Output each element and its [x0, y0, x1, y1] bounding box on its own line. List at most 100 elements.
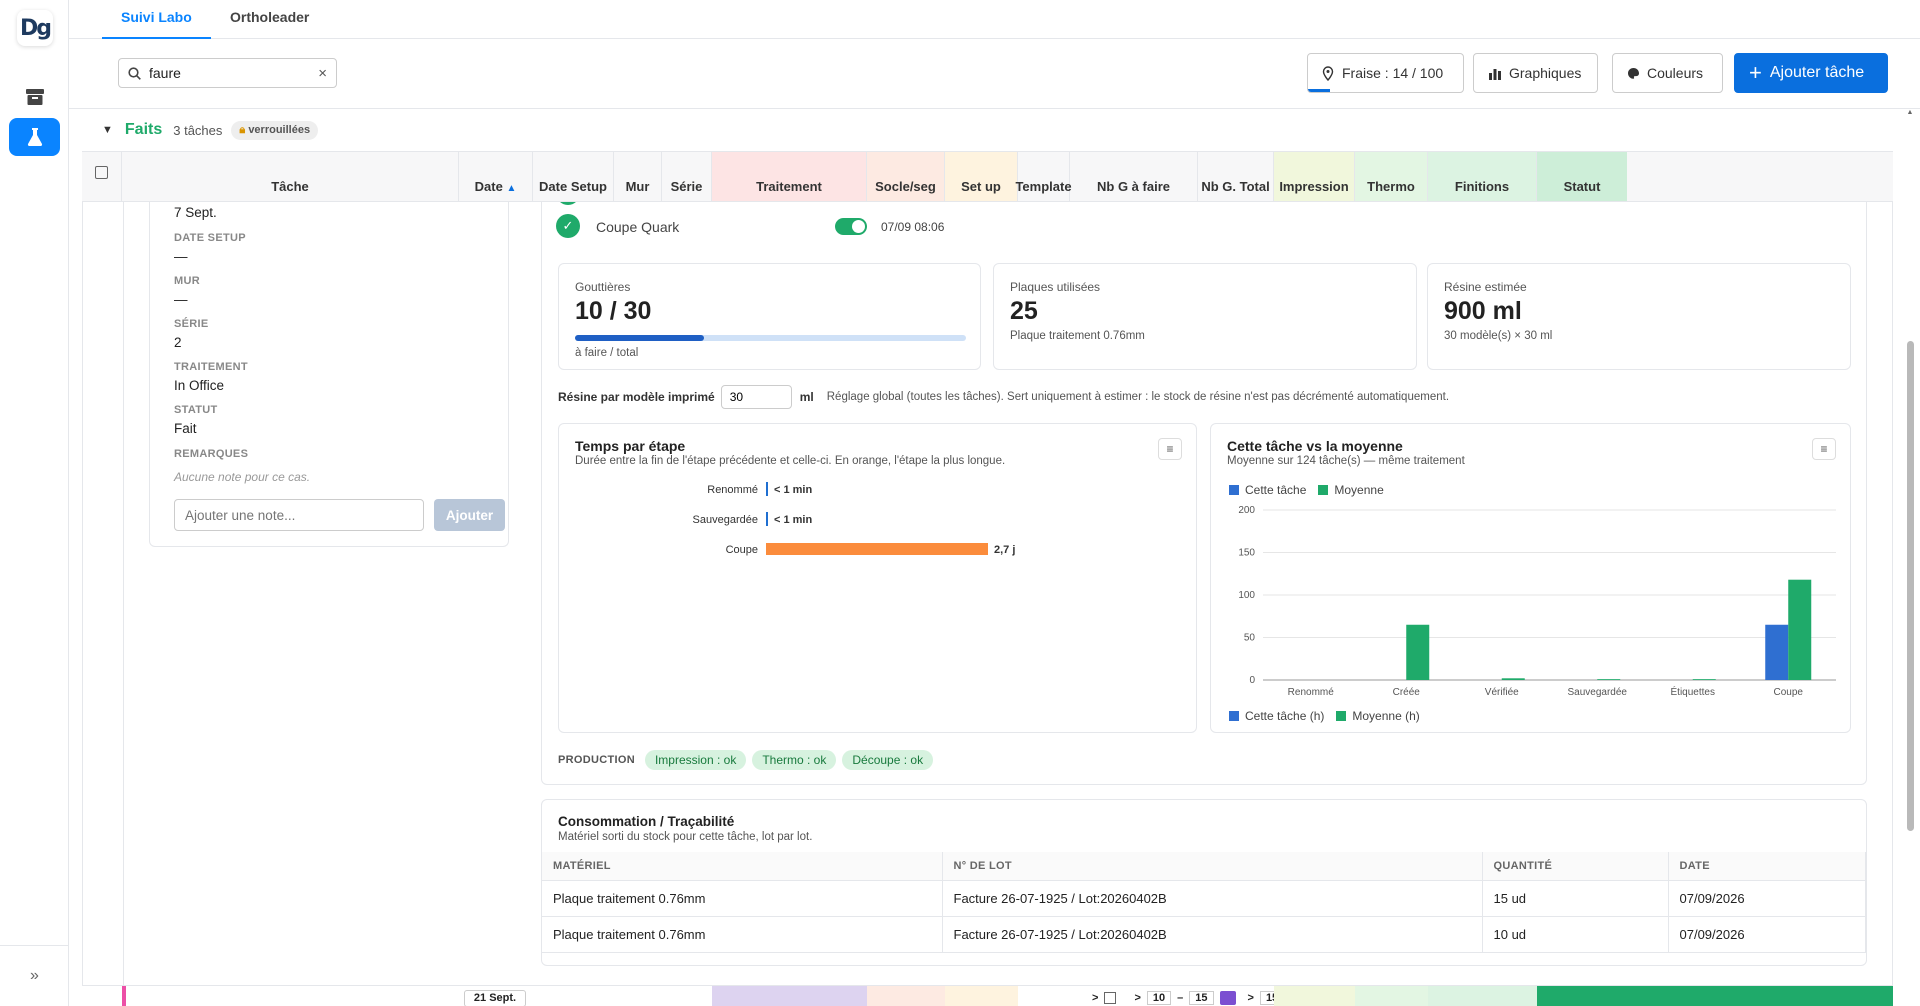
select-all-cell — [82, 152, 122, 201]
note-input[interactable] — [174, 499, 424, 531]
resin-label: Résine par modèle imprimé — [558, 390, 715, 404]
col-tache[interactable]: Tâche — [122, 152, 459, 201]
col-date-setup[interactable]: Date Setup — [533, 152, 614, 201]
search-input[interactable] — [149, 65, 319, 81]
stat-label: Résine estimée — [1444, 280, 1527, 294]
select-all-checkbox[interactable] — [95, 166, 108, 179]
stat-card-plaques: Plaques utilisées 25 Plaque traitement 0… — [993, 263, 1417, 370]
impression-cell — [1274, 986, 1355, 1006]
x-tick-label: Étiquettes — [1671, 685, 1715, 698]
col-socle-seg[interactable]: Socle/seg — [867, 152, 945, 201]
sidebar-item-archive[interactable] — [9, 78, 60, 116]
stat-label: Plaques utilisées — [1010, 280, 1101, 294]
graphiques-button[interactable]: Graphiques — [1473, 53, 1598, 93]
tab-ortholeader[interactable]: Ortholeader — [211, 0, 328, 39]
thermo-cell — [1355, 986, 1428, 1006]
add-note-button[interactable]: Ajouter — [434, 499, 505, 531]
col-finitions[interactable]: Finitions — [1428, 152, 1537, 201]
legend-swatch — [1336, 711, 1347, 721]
resin-unit: ml — [799, 390, 814, 404]
app-logo[interactable]: Dg — [17, 10, 53, 46]
compare-menu-button[interactable]: ≡ — [1812, 438, 1836, 460]
step-toggle[interactable] — [835, 218, 867, 235]
col-impression[interactable]: Impression — [1274, 152, 1355, 201]
col-nb-g-total[interactable]: Nb G. Total — [1198, 152, 1274, 201]
toggle-knob — [852, 220, 865, 233]
scrollbar-thumb[interactable] — [1907, 341, 1914, 831]
statut-cell — [1537, 986, 1893, 1006]
add-task-button[interactable]: + Ajouter tâche — [1734, 53, 1888, 93]
scrollbar[interactable]: ▲ — [1906, 109, 1914, 986]
couleurs-button[interactable]: Couleurs — [1612, 53, 1723, 93]
fraise-button[interactable]: Fraise : 14 / 100 — [1307, 53, 1464, 93]
color-swatch[interactable] — [1219, 991, 1236, 1005]
x-tick-label: Vérifiée — [1485, 687, 1519, 698]
step-check-icon: ✓ — [556, 214, 580, 238]
traitement-label: TRAITEMENT — [174, 361, 248, 373]
consommation-subtitle: Matériel sorti du stock pour cette tâche… — [558, 831, 813, 843]
col-set-up[interactable]: Set up — [945, 152, 1018, 201]
group-title: Faits — [124, 121, 163, 138]
stat-value: 900 ml — [1444, 297, 1522, 325]
compare-legend-bottom: Cette tâche (h) Moyenne (h) — [1229, 709, 1420, 723]
col-mur[interactable]: Mur — [614, 152, 662, 201]
y-tick-label: 100 — [1238, 590, 1255, 601]
y-tick-label: 200 — [1238, 505, 1255, 516]
col-thermo[interactable]: Thermo — [1355, 152, 1428, 201]
col-statut[interactable]: Statut — [1537, 152, 1627, 201]
finitions-cell — [1428, 986, 1537, 1006]
stat-sub: 30 modèle(s) × 30 ml — [1444, 330, 1553, 342]
col-template[interactable]: Template — [1015, 152, 1072, 201]
clear-search-icon[interactable]: × — [318, 65, 327, 82]
step-label: Coupe Quark — [596, 219, 680, 235]
cell-quantite: 15 ud — [1482, 880, 1669, 917]
next-checkbox[interactable] — [1104, 992, 1117, 1004]
statut-value: Fait — [174, 421, 197, 436]
resin-input[interactable] — [720, 385, 792, 409]
traitement-value: In Office — [174, 378, 225, 393]
scroll-up-icon[interactable]: ▲ — [1906, 109, 1914, 116]
collapse-group-icon[interactable]: ▼ — [102, 124, 113, 136]
chevrons-right-icon: » — [30, 967, 39, 984]
table-header-row: MATÉRIEL N° DE LOT QUANTITÉ DATE — [542, 852, 1866, 881]
col-traitement[interactable]: Traitement — [712, 152, 867, 201]
col-nb-g-a-faire[interactable]: Nb G à faire — [1070, 152, 1198, 201]
col-serie[interactable]: Série — [662, 152, 712, 201]
production-row: PRODUCTION Impression : ok Thermo : ok D… — [558, 750, 939, 770]
remarques-label: REMARQUES — [174, 448, 249, 460]
next-nb-total[interactable]: 15 — [1189, 991, 1214, 1005]
col-date-label: Date — [474, 179, 503, 194]
temps-menu-button[interactable]: ≡ — [1158, 438, 1182, 460]
col-date[interactable]: Date ▲ — [459, 152, 533, 201]
production-label: PRODUCTION — [558, 754, 635, 766]
palette-icon — [1628, 67, 1639, 79]
stat-sub: à faire / total — [575, 347, 639, 359]
next-nb-a-faire[interactable]: 10 — [1146, 991, 1172, 1005]
tab-bar: Suivi Labo Ortholeader — [69, 0, 1920, 39]
date-setup-label: DATE SETUP — [174, 232, 246, 244]
search-icon — [128, 66, 141, 80]
stat-card-gouttieres: Gouttières 10 / 30 à faire / total — [558, 263, 981, 370]
duration-bar — [766, 543, 988, 555]
legend-swatch — [1229, 711, 1239, 721]
x-tick-label: Sauvegardée — [1568, 687, 1628, 698]
date-value: 7 Sept. — [174, 205, 217, 220]
statut-label: STATUT — [174, 404, 218, 416]
stat-label: Gouttières — [575, 280, 631, 294]
bar-category-label: Coupe — [726, 544, 758, 556]
tab-suivi-labo[interactable]: Suivi Labo — [102, 0, 211, 39]
table-row: Plaque traitement 0.76mm Facture 26-07-1… — [542, 880, 1866, 917]
add-task-label: Ajouter tâche — [1769, 64, 1865, 81]
legend-label[interactable]: Moyenne (h) — [1352, 709, 1419, 723]
col-materiel: MATÉRIEL — [542, 852, 943, 881]
temps-subtitle: Durée entre la fin de l'étape précédente… — [575, 455, 1006, 467]
row-color-marker — [122, 986, 126, 1006]
bar-value-label: 2,7 j — [994, 544, 1015, 556]
legend-label[interactable]: Cette tâche — [1245, 483, 1306, 497]
expand-sidebar-button[interactable]: » — [0, 945, 69, 1006]
legend-label[interactable]: Cette tâche (h) — [1245, 709, 1324, 723]
fraise-label: Fraise : 14 / 100 — [1342, 65, 1444, 81]
bar-moyenne — [1692, 679, 1716, 680]
sidebar-item-labo[interactable] — [9, 118, 60, 156]
legend-label[interactable]: Moyenne — [1334, 483, 1383, 497]
